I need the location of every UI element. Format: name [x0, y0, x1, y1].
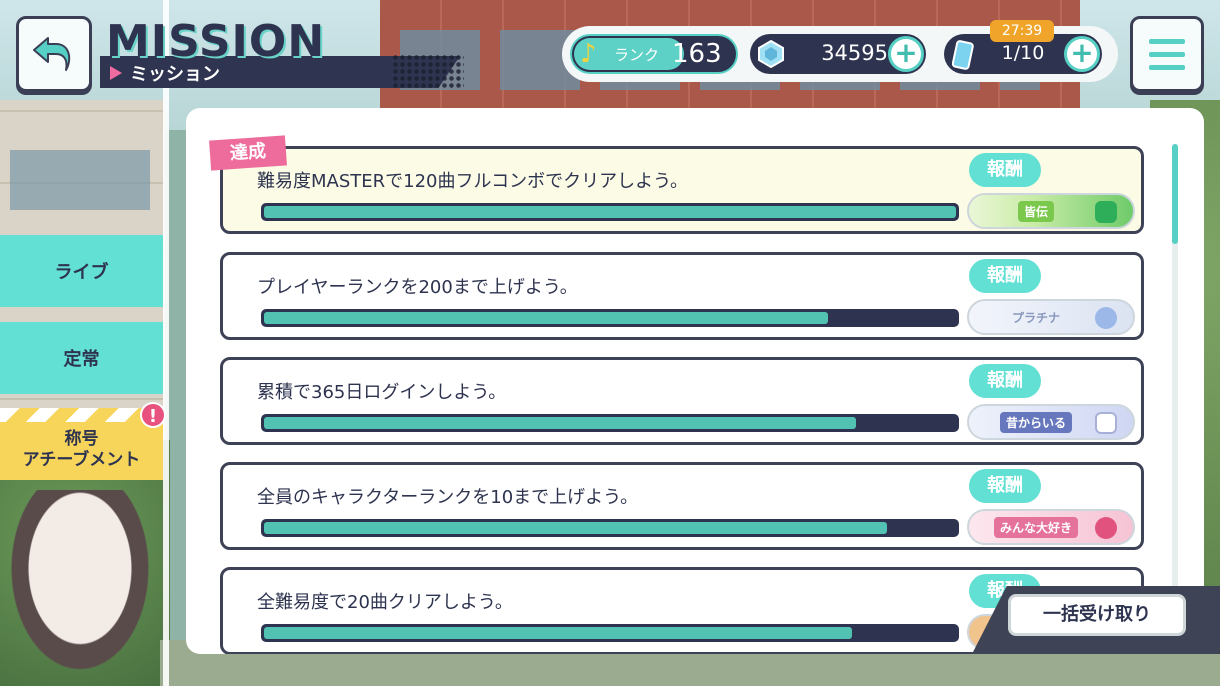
- mission-text: 難易度MASTERで120曲フルコンボでクリアしよう。: [257, 171, 689, 192]
- mission-text: プレイヤーランクを200まで上げよう。: [257, 277, 578, 298]
- reward-button[interactable]: 報酬: [969, 469, 1041, 503]
- reward-title-badge[interactable]: 皆伝: [967, 193, 1135, 229]
- scrollbar-thumb[interactable]: [1172, 144, 1178, 244]
- achieved-tag: 達成: [209, 135, 287, 171]
- mission-text: 全員のキャラクターランクを10まで上げよう。: [257, 487, 639, 508]
- back-button[interactable]: [16, 16, 92, 92]
- rank-display: ランク ♪ 163: [570, 34, 738, 74]
- music-note-icon: [1095, 307, 1117, 329]
- character-illustration: [0, 490, 160, 686]
- progress-bar: [261, 309, 959, 327]
- gem-count: 34595: [821, 41, 888, 65]
- stamina-count: 1/10: [1001, 42, 1045, 64]
- add-gems-button[interactable]: +: [888, 36, 924, 72]
- tab-title-achievement[interactable]: 称号 アチーブメント !: [0, 402, 166, 480]
- progress-bar: [261, 203, 959, 221]
- gem-icon: [758, 40, 784, 68]
- tab-label: 称号: [64, 429, 99, 449]
- back-arrow-icon: [33, 37, 71, 71]
- mission-text: 全難易度で20曲クリアしよう。: [257, 592, 513, 613]
- scrollbar[interactable]: [1172, 144, 1178, 644]
- reward-title-badge[interactable]: 昔からいる: [967, 404, 1135, 440]
- mission-item: プレイヤーランクを200まで上げよう。 報酬 プラチナ: [220, 252, 1144, 340]
- tab-live[interactable]: ライブ: [0, 235, 163, 307]
- heart-icon: [1095, 517, 1117, 539]
- menu-button[interactable]: [1130, 16, 1204, 92]
- battery-icon: [1095, 201, 1117, 223]
- page-title-block: MISSION ミッション: [100, 12, 470, 92]
- reward-title-badge[interactable]: プラチナ: [967, 299, 1135, 335]
- progress-bar: [261, 414, 959, 432]
- page-subtitle: ミッション: [130, 64, 220, 85]
- mission-item: 累積で365日ログインしよう。 報酬 昔からいる: [220, 357, 1144, 445]
- add-stamina-button[interactable]: +: [1064, 36, 1100, 72]
- music-note-icon: ♪: [580, 39, 597, 69]
- stamina-timer: 27:39: [990, 20, 1054, 42]
- tab-label: アチーブメント: [22, 450, 141, 470]
- claim-all-button[interactable]: 一括受け取り: [1008, 594, 1186, 636]
- mission-item: 難易度MASTERで120曲フルコンボでクリアしよう。 報酬 皆伝: [220, 146, 1144, 234]
- mission-text: 累積で365日ログインしよう。: [257, 382, 507, 403]
- progress-bar: [261, 624, 959, 642]
- gem-display: 34595 +: [750, 34, 926, 74]
- calendar-icon: [1095, 412, 1117, 434]
- reward-title-badge[interactable]: みんな大好き: [967, 509, 1135, 545]
- reward-button[interactable]: 報酬: [969, 364, 1041, 398]
- mission-panel: 達成 難易度MASTERで120曲フルコンボでクリアしよう。 報酬 皆伝 プレイ…: [186, 108, 1204, 654]
- triangle-icon: [110, 66, 122, 80]
- tab-label: ライブ: [54, 262, 109, 283]
- rank-label: ランク: [614, 45, 660, 64]
- rank-value: 163: [672, 39, 722, 69]
- alert-badge: !: [140, 402, 166, 428]
- tab-regular[interactable]: 定常: [0, 322, 163, 394]
- stamina-bottle-icon: [952, 40, 974, 70]
- menu-icon: [1149, 38, 1185, 44]
- tab-label: 定常: [63, 349, 100, 370]
- progress-bar: [261, 519, 959, 537]
- mission-item: 全員のキャラクターランクを10まで上げよう。 報酬 みんな大好き: [220, 462, 1144, 550]
- reward-button[interactable]: 報酬: [969, 153, 1041, 187]
- reward-button[interactable]: 報酬: [969, 259, 1041, 293]
